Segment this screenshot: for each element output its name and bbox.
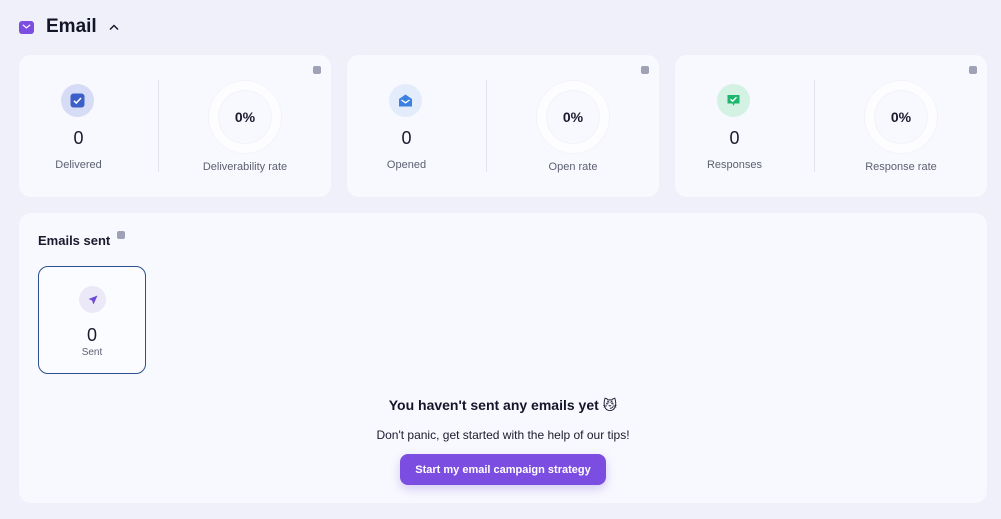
opened-count: 0: [401, 128, 412, 148]
response-rate-value: 0%: [890, 109, 912, 125]
delivered-card: 0 Delivered 0% Deliverability rate: [19, 55, 331, 197]
responses-label: Responses: [706, 159, 763, 171]
emails-sent-title: Emails sent: [38, 233, 111, 248]
rate-ring: 0%: [209, 81, 281, 153]
section-title: Email: [46, 16, 97, 37]
rate-ring: 0%: [537, 81, 609, 153]
responses-count: 0: [729, 128, 740, 148]
opened-label: Opened: [386, 159, 427, 171]
info-icon[interactable]: [117, 231, 126, 239]
deliverability-rate-block: 0% Deliverability rate: [159, 55, 331, 197]
check-square-icon: [61, 84, 94, 117]
rate-ring: 0%: [865, 81, 937, 153]
sent-tile[interactable]: 0 Sent: [38, 266, 146, 374]
responses-count-block: 0 Responses: [675, 55, 814, 197]
emails-sent-header: Emails sent: [38, 231, 126, 248]
reply-check-icon: [717, 84, 750, 117]
deliverability-rate-label: Deliverability rate: [202, 161, 288, 173]
paper-plane-icon: [79, 286, 106, 313]
open-rate-label: Open rate: [548, 161, 598, 173]
chevron-up-icon[interactable]: [107, 20, 121, 34]
sent-label: Sent: [81, 347, 103, 358]
start-campaign-button[interactable]: Start my email campaign strategy: [400, 454, 606, 485]
emails-sent-panel: Emails sent 0 Sent You haven't sent any …: [19, 213, 987, 503]
open-rate-block: 0% Open rate: [487, 55, 659, 197]
deliverability-rate-value: 0%: [234, 109, 256, 125]
opened-card: 0 Opened 0% Open rate: [347, 55, 659, 197]
open-rate-value: 0%: [562, 109, 584, 125]
delivered-label: Delivered: [55, 159, 102, 171]
empty-state-subtitle: Don't panic, get started with the help o…: [376, 428, 630, 442]
delivered-count-block: 0 Delivered: [19, 55, 158, 197]
opened-count-block: 0 Opened: [347, 55, 486, 197]
sent-count: 0: [86, 325, 97, 345]
envelope-open-icon: [389, 84, 422, 117]
mail-icon: [19, 20, 34, 34]
delivered-count: 0: [73, 128, 84, 148]
empty-state-title: You haven't sent any emails yet 😼: [388, 397, 618, 413]
response-rate-label: Response rate: [865, 161, 937, 173]
section-header: Email: [19, 14, 121, 40]
responses-card: 0 Responses 0% Response rate: [675, 55, 987, 197]
response-rate-block: 0% Response rate: [815, 55, 987, 197]
